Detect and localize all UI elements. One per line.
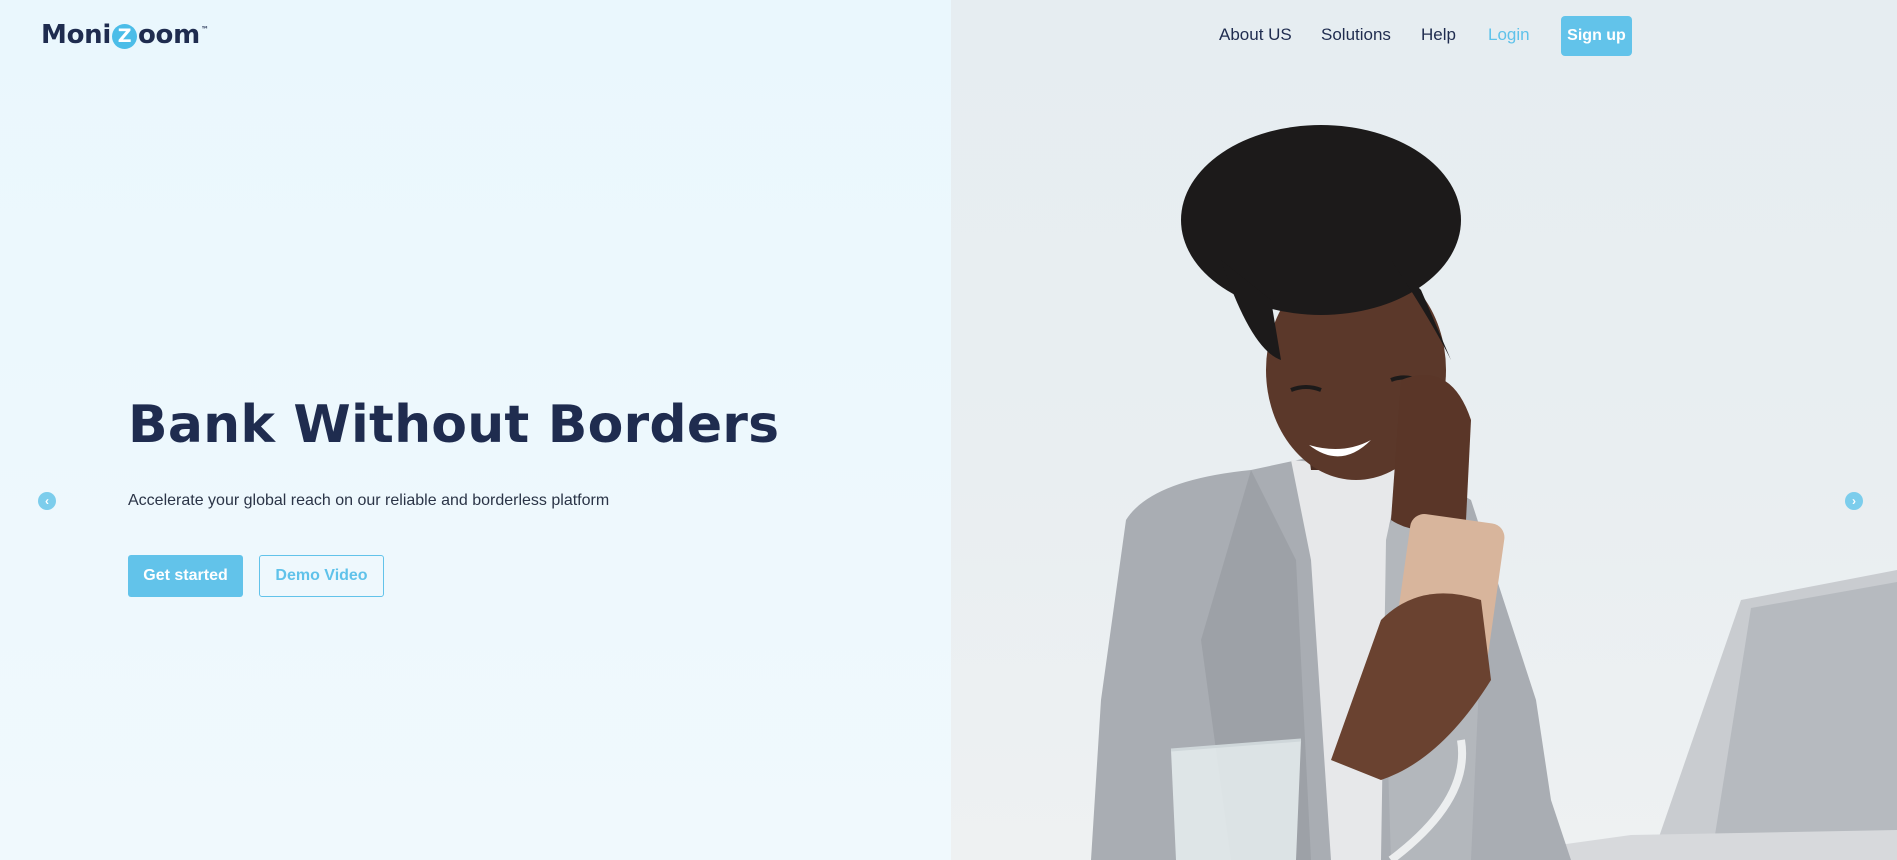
woman-with-phone-image <box>1091 125 1897 860</box>
get-started-button[interactable]: Get started <box>128 555 243 597</box>
carousel-prev-button[interactable]: ‹ <box>38 492 56 510</box>
chevron-right-icon: › <box>1852 494 1856 508</box>
hero-title: Bank Without Borders <box>128 395 780 455</box>
nav-help-link[interactable]: Help <box>1421 25 1456 45</box>
carousel-next-button[interactable]: › <box>1845 492 1863 510</box>
nav-about-link[interactable]: About US <box>1219 25 1292 45</box>
hero-image-panel <box>951 0 1897 860</box>
top-nav: About US Solutions Help Login Sign up <box>0 16 1897 56</box>
signup-button[interactable]: Sign up <box>1561 16 1632 56</box>
hero-subtitle: Accelerate your global reach on our reli… <box>128 492 610 509</box>
nav-login-link[interactable]: Login <box>1488 25 1530 45</box>
chevron-left-icon: ‹ <box>45 494 49 508</box>
demo-video-button[interactable]: Demo Video <box>259 555 384 597</box>
nav-solutions-link[interactable]: Solutions <box>1321 25 1391 45</box>
